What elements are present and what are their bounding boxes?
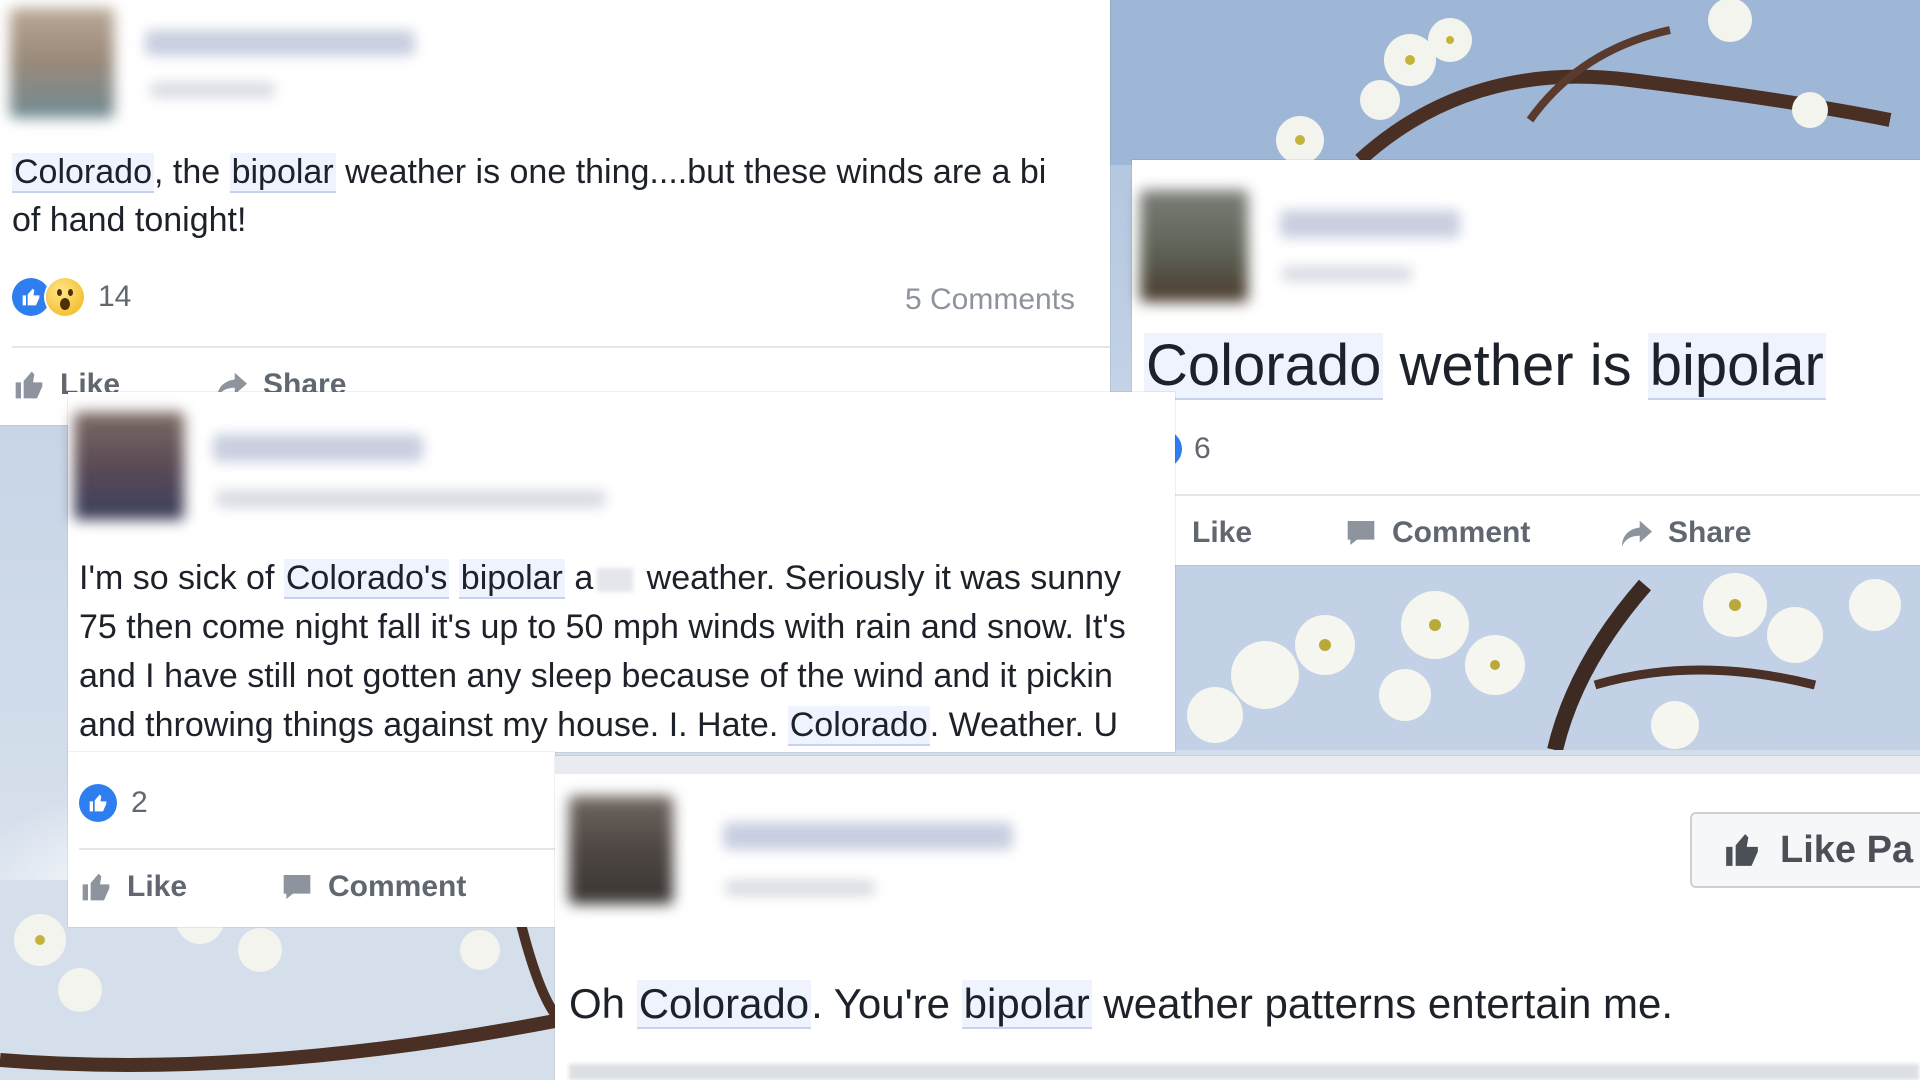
keyword-highlight[interactable]: Colorado	[12, 153, 154, 193]
avatar[interactable]	[74, 412, 184, 520]
like-page-button[interactable]: Like Pa	[1690, 812, 1920, 888]
timestamp-blurred[interactable]	[725, 880, 875, 896]
wow-face-icon	[46, 278, 84, 316]
comments-count-link[interactable]: 5 Comments	[905, 283, 1075, 317]
timestamp-blurred[interactable]	[150, 82, 275, 98]
thumbs-up-icon	[79, 784, 117, 822]
post-card-3: I'm so sick of Colorado's bipolar a weat…	[68, 392, 1175, 752]
reaction-count: 2	[131, 786, 148, 819]
post-text: Colorado wether is bipolar	[1144, 333, 1826, 400]
comment-bubble-icon	[1347, 521, 1375, 545]
comment-button[interactable]: Comment	[280, 870, 466, 904]
avatar[interactable]	[1140, 190, 1248, 302]
keyword-highlight[interactable]: bipolar	[458, 559, 565, 599]
comment-bubble-icon	[283, 875, 311, 899]
reaction-count: 14	[98, 280, 132, 313]
divider	[12, 346, 1110, 348]
keyword-highlight[interactable]: Colorado	[636, 980, 812, 1029]
post-text: I'm so sick of Colorado's bipolar a weat…	[79, 559, 1126, 746]
blossom-photo-top-right	[1110, 0, 1920, 165]
author-name-blurred[interactable]	[1280, 210, 1460, 238]
reaction-count: 6	[1194, 432, 1211, 465]
post-card-1: Colorado, the bipolar weather is one thi…	[0, 0, 1110, 425]
post-text: Colorado, the bipolar weather is one thi…	[12, 153, 1047, 239]
like-button[interactable]: Like	[79, 870, 187, 904]
keyword-highlight[interactable]: bipolar	[229, 153, 336, 193]
keyword-highlight[interactable]: Colorado's	[283, 559, 450, 599]
feed-separator	[555, 756, 1920, 774]
share-button[interactable]: Share	[1620, 516, 1751, 550]
keyword-highlight[interactable]: bipolar	[1647, 333, 1826, 400]
reaction-summary[interactable]: 14	[12, 278, 131, 316]
timestamp-blurred[interactable]	[216, 490, 606, 508]
post-card-4: Oh Colorado. You're bipolar weather patt…	[555, 756, 1920, 1080]
avatar[interactable]	[10, 8, 114, 118]
comment-button[interactable]: Comment	[1344, 516, 1530, 550]
keyword-highlight[interactable]: Colorado	[1144, 333, 1384, 400]
thumbs-up-icon	[82, 873, 110, 901]
reaction-summary[interactable]: 2	[79, 784, 148, 822]
blossom-photo-right-middle	[1175, 565, 1920, 750]
thumbs-up-icon	[1726, 834, 1758, 866]
keyword-highlight[interactable]: bipolar	[961, 980, 1092, 1029]
next-post-edge	[569, 1064, 1919, 1080]
divider	[1144, 494, 1920, 496]
post-text: Oh Colorado. You're bipolar weather patt…	[569, 980, 1674, 1029]
share-arrow-icon	[1622, 520, 1652, 547]
thumbs-up-icon	[15, 371, 43, 399]
post-card-3-footer: 2 Like Comment	[68, 752, 555, 927]
divider	[79, 848, 555, 850]
avatar[interactable]	[569, 796, 673, 904]
timestamp-blurred[interactable]	[1282, 266, 1412, 282]
author-name-blurred[interactable]	[145, 30, 415, 56]
keyword-highlight[interactable]: Colorado	[787, 706, 930, 746]
post-card-2: Colorado wether is bipolar 6 Like Commen…	[1132, 160, 1920, 565]
author-name-blurred[interactable]	[723, 822, 1013, 850]
censored-word-blur	[597, 568, 634, 593]
thumbs-up-icon	[12, 278, 50, 316]
author-name-blurred[interactable]	[213, 434, 423, 462]
